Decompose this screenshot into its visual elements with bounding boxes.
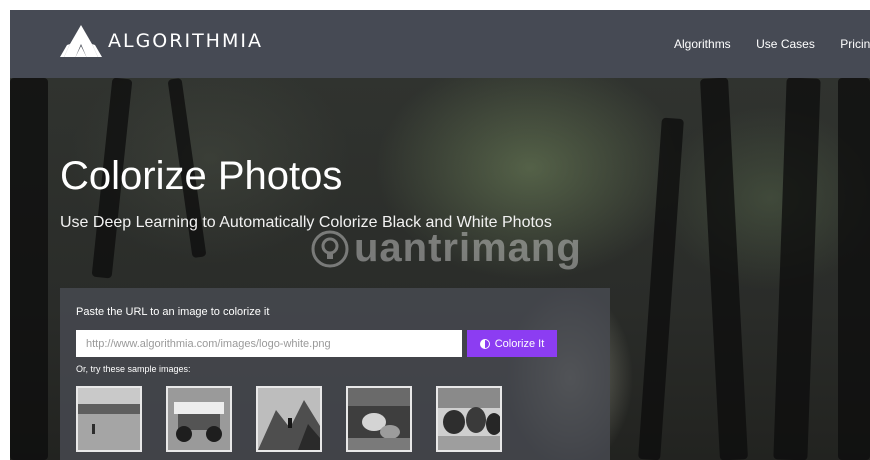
page-title: Colorize Photos xyxy=(60,154,343,198)
colorize-button[interactable]: Colorize It xyxy=(467,330,557,357)
tree-trunk-decoration xyxy=(10,78,48,460)
nav-item-pricing[interactable]: Pricing xyxy=(840,37,870,51)
tree-trunk-decoration xyxy=(773,78,821,460)
tree-trunk-decoration xyxy=(700,78,748,460)
colorize-button-label: Colorize It xyxy=(494,337,545,350)
image-url-input[interactable] xyxy=(76,330,462,357)
sample-image-beach[interactable] xyxy=(76,386,142,452)
watermark-text: uantrimang xyxy=(354,226,582,270)
main-nav: Algorithms Use Cases Pricing xyxy=(674,35,870,53)
nav-item-use-cases[interactable]: Use Cases xyxy=(756,37,815,51)
sample-image-cattle[interactable] xyxy=(436,386,502,452)
algorithmia-logo-icon xyxy=(60,25,102,57)
watermark: uantrimang xyxy=(310,226,582,271)
brand-logo[interactable]: ALGORITHMIA xyxy=(60,24,263,58)
lightbulb-watermark-icon xyxy=(311,230,349,267)
navbar: ALGORITHMIA Algorithms Use Cases Pricing xyxy=(10,10,870,78)
half-circle-icon xyxy=(479,338,490,349)
tree-trunk-decoration xyxy=(638,117,684,460)
nav-item-algorithms[interactable]: Algorithms xyxy=(674,37,731,51)
brand-name: ALGORITHMIA xyxy=(108,30,263,52)
samples-label: Or, try these sample images: xyxy=(76,364,191,374)
sample-image-child-with-cat[interactable] xyxy=(346,386,412,452)
url-field-label: Paste the URL to an image to colorize it xyxy=(76,306,270,318)
sample-image-race-car[interactable] xyxy=(166,386,232,452)
tree-trunk-decoration xyxy=(838,78,870,460)
sample-image-mountain-climber[interactable] xyxy=(256,386,322,452)
colorize-form-panel: Paste the URL to an image to colorize it… xyxy=(60,288,610,460)
hero-section: Colorize Photos Use Deep Learning to Aut… xyxy=(10,78,870,460)
browser-frame: ALGORITHMIA Algorithms Use Cases Pricing… xyxy=(10,10,870,460)
